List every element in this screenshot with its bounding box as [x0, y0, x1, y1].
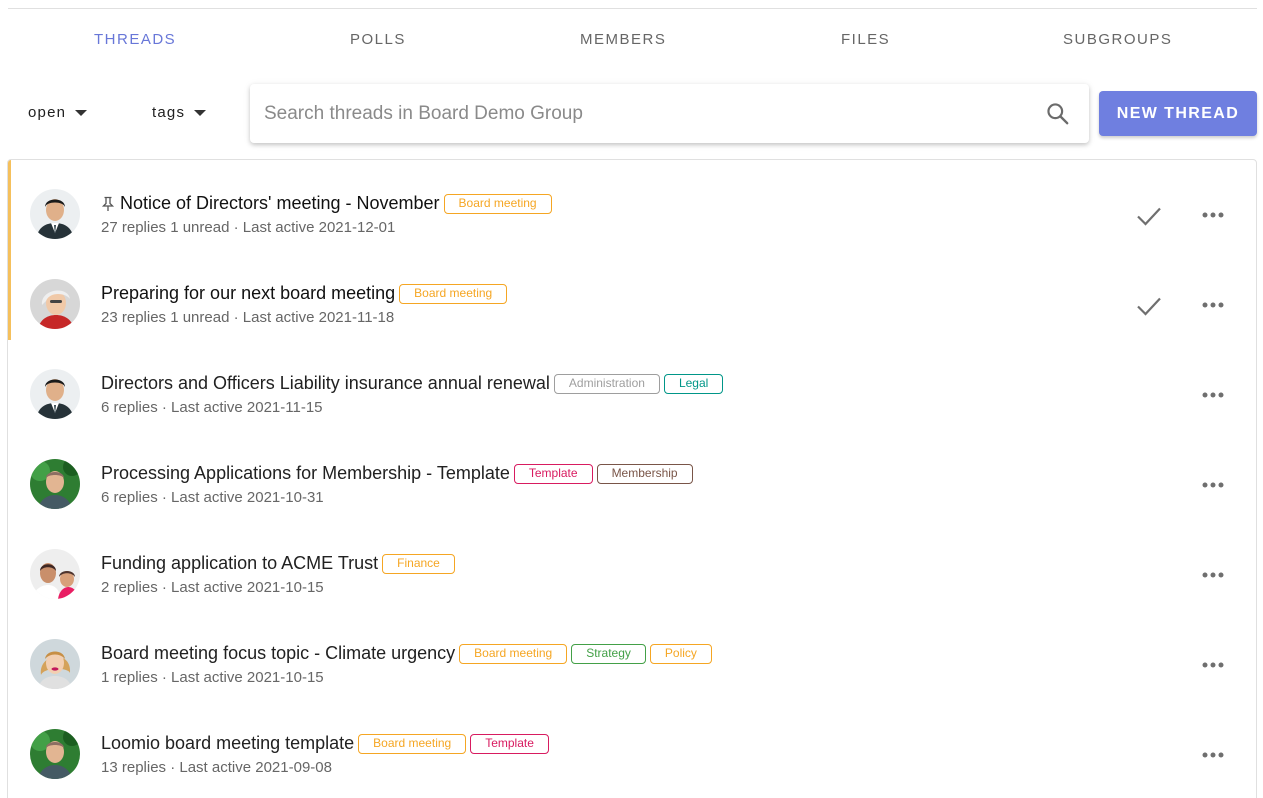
thread-row[interactable]: Processing Applications for Membership -…	[8, 430, 1256, 520]
thread-title[interactable]: Processing Applications for Membership -…	[101, 463, 510, 484]
tag-chip[interactable]: Board meeting	[443, 193, 552, 214]
more-icon[interactable]	[1202, 391, 1224, 399]
thread-title[interactable]: Funding application to ACME Trust	[101, 553, 378, 574]
more-icon[interactable]	[1202, 481, 1224, 489]
tag-chip[interactable]: Board meeting	[459, 643, 568, 664]
thread-title[interactable]: Loomio board meeting template	[101, 733, 354, 754]
pin-icon	[101, 196, 115, 211]
tab-threads[interactable]: THREADS	[94, 31, 176, 48]
avatar	[30, 459, 80, 509]
search-icon[interactable]	[1045, 101, 1071, 127]
thread-meta: 23 replies 1 unread · Last active 2021-1…	[101, 309, 395, 326]
thread-row[interactable]: Preparing for our next board meeting Boar…	[8, 250, 1256, 340]
thread-title-line: Directors and Officers Liability insuran…	[101, 373, 724, 394]
thread-row[interactable]: Loomio board meeting template Board meeti…	[8, 700, 1256, 790]
tag-chip[interactable]: Policy	[649, 643, 712, 664]
tag-chip[interactable]: Membership	[596, 463, 693, 484]
new-thread-button[interactable]: NEW THREAD	[1099, 91, 1257, 136]
more-icon[interactable]	[1202, 301, 1224, 309]
thread-meta: 6 replies · Last active 2021-11-15	[101, 399, 323, 416]
thread-title[interactable]: Notice of Directors' meeting - November	[120, 193, 440, 214]
thread-title[interactable]: Board meeting focus topic - Climate urge…	[101, 643, 455, 664]
caret-down-icon	[75, 110, 88, 116]
tag-chip[interactable]: Template	[513, 463, 593, 484]
tab-polls[interactable]: POLLS	[350, 31, 406, 48]
thread-row[interactable]: Funding application to ACME Trust Finance…	[8, 520, 1256, 610]
tag-chip[interactable]: Finance	[382, 553, 455, 574]
tab-members[interactable]: MEMBERS	[580, 31, 666, 48]
thread-title-line: Board meeting focus topic - Climate urge…	[101, 643, 712, 664]
thread-row[interactable]: Board meeting focus topic - Climate urge…	[8, 610, 1256, 700]
status-filter-dropdown[interactable]: open	[28, 104, 88, 121]
thread-title-line: Notice of Directors' meeting - November B…	[101, 193, 552, 214]
avatar	[30, 549, 80, 599]
caret-down-icon	[194, 110, 207, 116]
tag-chip[interactable]: Administration	[553, 373, 660, 394]
thread-title[interactable]: Preparing for our next board meeting	[101, 283, 395, 304]
more-icon[interactable]	[1202, 211, 1224, 219]
tag-chip[interactable]: Strategy	[571, 643, 646, 664]
thread-meta: 13 replies · Last active 2021-09-08	[101, 759, 332, 776]
tags-filter-label: tags	[152, 104, 186, 121]
search-input[interactable]	[264, 84, 1024, 143]
thread-title-line: Funding application to ACME Trust Finance	[101, 553, 455, 574]
avatar	[30, 639, 80, 689]
thread-meta: 27 replies 1 unread · Last active 2021-1…	[101, 219, 396, 236]
search-box	[250, 84, 1089, 143]
thread-list: Notice of Directors' meeting - November B…	[7, 159, 1257, 798]
avatar	[30, 369, 80, 419]
thread-title[interactable]: Directors and Officers Liability insuran…	[101, 373, 550, 394]
thread-title-line: Preparing for our next board meeting Boar…	[101, 283, 508, 304]
thread-meta: 6 replies · Last active 2021-10-31	[101, 489, 324, 506]
thread-row[interactable]: Directors and Officers Liability insuran…	[8, 340, 1256, 430]
tag-chip[interactable]: Template	[470, 733, 549, 754]
status-filter-label: open	[28, 104, 67, 121]
thread-row[interactable]: Notice of Directors' meeting - November B…	[8, 160, 1256, 250]
tab-subgroups[interactable]: SUBGROUPS	[1063, 31, 1172, 48]
tag-chip[interactable]: Board meeting	[399, 283, 508, 304]
tab-files[interactable]: FILES	[841, 31, 890, 48]
more-icon[interactable]	[1202, 571, 1224, 579]
thread-meta: 2 replies · Last active 2021-10-15	[101, 579, 324, 596]
avatar	[30, 279, 80, 329]
thread-title-line: Loomio board meeting template Board meeti…	[101, 733, 549, 754]
tags-filter-dropdown[interactable]: tags	[152, 104, 207, 121]
thread-meta: 1 replies · Last active 2021-10-15	[101, 669, 324, 686]
more-icon[interactable]	[1202, 751, 1224, 759]
check-icon[interactable]	[1136, 206, 1162, 226]
avatar	[30, 729, 80, 779]
avatar	[30, 189, 80, 239]
thread-title-line: Processing Applications for Membership -…	[101, 463, 693, 484]
check-icon[interactable]	[1136, 296, 1162, 316]
tag-chip[interactable]: Board meeting	[358, 733, 467, 754]
more-icon[interactable]	[1202, 661, 1224, 669]
tag-chip[interactable]: Legal	[663, 373, 724, 394]
thread-toolbar: open tags NEW THREAD	[0, 84, 1263, 144]
group-tabs: THREADS POLLS MEMBERS FILES SUBGROUPS	[0, 9, 1263, 69]
